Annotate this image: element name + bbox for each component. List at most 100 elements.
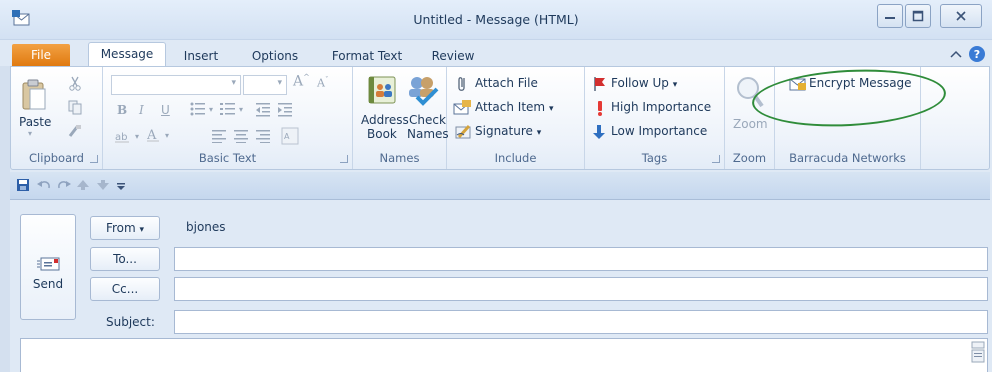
low-importance-label[interactable]: Low Importance xyxy=(611,124,707,138)
to-button[interactable]: To... xyxy=(90,247,160,271)
group-include: Attach File Attach Item ▾ Signature ▾ In… xyxy=(447,67,585,169)
title-bar: Untitled - Message (HTML) xyxy=(0,0,992,40)
tab-format-text[interactable]: Format Text xyxy=(326,46,408,66)
italic-icon[interactable]: I xyxy=(139,103,144,117)
shrink-font-icon[interactable]: Aˇ xyxy=(317,76,328,90)
tab-file[interactable]: File xyxy=(12,44,70,66)
bold-icon[interactable]: B xyxy=(117,103,127,117)
bullets-icon[interactable]: ▾ xyxy=(189,101,219,120)
address-book-icon[interactable] xyxy=(367,75,397,108)
redo-icon[interactable] xyxy=(56,178,72,195)
ruler-toggle-icon[interactable] xyxy=(971,341,985,371)
format-painter-icon[interactable] xyxy=(67,123,83,142)
follow-up-text: Follow Up xyxy=(611,76,669,90)
underline-icon[interactable]: U xyxy=(161,103,170,117)
attach-item-text: Attach Item xyxy=(475,100,546,114)
svg-text:▾: ▾ xyxy=(209,105,213,114)
cc-button[interactable]: Cc... xyxy=(90,277,160,301)
clipboard-launcher-icon[interactable] xyxy=(90,155,98,163)
paste-label[interactable]: Paste xyxy=(19,115,51,129)
undo-icon[interactable] xyxy=(36,178,52,195)
align-left-icon[interactable] xyxy=(211,129,227,146)
chevron-down-icon: ▾ xyxy=(231,78,236,88)
barracuda-group-label: Barracuda Networks xyxy=(789,151,906,165)
signature-text: Signature xyxy=(475,124,533,138)
tab-message[interactable]: Message xyxy=(88,42,166,67)
chevron-down-icon: ▾ xyxy=(672,80,678,90)
high-importance-label[interactable]: High Importance xyxy=(611,100,711,114)
align-right-icon[interactable] xyxy=(255,129,271,146)
from-value: bjones xyxy=(186,220,226,234)
attach-file-label[interactable]: Attach File xyxy=(475,76,538,90)
cut-icon[interactable] xyxy=(67,75,83,94)
numbering-icon[interactable]: ▾ xyxy=(219,101,249,120)
chevron-down-icon: ▾ xyxy=(548,104,554,114)
from-button-text: From xyxy=(105,221,136,235)
svg-text:▾: ▾ xyxy=(239,105,243,114)
tags-launcher-icon[interactable] xyxy=(712,155,720,163)
group-basic-text: ▾ ▾ A^ Aˇ B I U ▾ ▾ ab ▾ A ▾ A Basic Tex… xyxy=(103,67,353,169)
minimize-button[interactable] xyxy=(877,4,903,28)
clear-formatting-icon[interactable]: A xyxy=(281,127,299,148)
send-icon xyxy=(37,255,61,276)
highlight-icon[interactable]: ab ▾ xyxy=(115,129,145,146)
decrease-indent-icon[interactable] xyxy=(255,101,271,120)
svg-text:?: ? xyxy=(974,48,980,61)
follow-up-label[interactable]: Follow Up ▾ xyxy=(611,76,677,90)
align-center-icon[interactable] xyxy=(233,129,249,146)
zoom-button-label[interactable]: Zoom xyxy=(733,117,768,131)
up-arrow-icon[interactable] xyxy=(76,179,90,194)
names-group-label: Names xyxy=(379,151,420,165)
quick-access-toolbar xyxy=(10,172,990,200)
signature-label[interactable]: Signature ▾ xyxy=(475,124,541,138)
maximize-button[interactable] xyxy=(905,4,931,28)
flag-icon[interactable] xyxy=(593,76,607,95)
paperclip-icon[interactable] xyxy=(455,75,471,96)
window-title: Untitled - Message (HTML) xyxy=(413,12,579,27)
address-book-label-2[interactable]: Book xyxy=(367,127,397,141)
subject-field[interactable] xyxy=(174,310,988,334)
from-button[interactable]: From ▾ xyxy=(90,216,160,240)
paste-icon[interactable] xyxy=(21,79,47,114)
group-clipboard: Paste ▾ Clipboard xyxy=(11,67,103,169)
save-icon[interactable] xyxy=(16,178,30,195)
paste-dropdown-icon[interactable]: ▾ xyxy=(28,129,32,138)
collapse-ribbon-icon xyxy=(950,50,962,58)
ribbon-tabs: File Message Insert Options Format Text … xyxy=(0,40,992,67)
tab-review[interactable]: Review xyxy=(424,46,482,66)
check-names-icon[interactable] xyxy=(407,73,439,110)
to-field[interactable] xyxy=(174,247,988,271)
chevron-down-icon: ▾ xyxy=(139,225,145,235)
copy-icon[interactable] xyxy=(67,99,83,118)
send-button[interactable]: Send xyxy=(20,214,76,320)
zoom-group-label: Zoom xyxy=(732,151,767,165)
clipboard-group-label: Clipboard xyxy=(29,151,84,165)
tab-insert[interactable]: Insert xyxy=(174,46,228,66)
signature-icon[interactable] xyxy=(455,123,473,144)
chevron-down-icon: ▾ xyxy=(536,128,542,138)
customize-toolbar-icon[interactable] xyxy=(116,181,126,195)
increase-indent-icon[interactable] xyxy=(277,101,293,120)
message-body[interactable] xyxy=(20,338,988,372)
svg-text:A: A xyxy=(284,132,290,141)
check-names-label-2[interactable]: Names xyxy=(407,127,449,141)
down-arrow-icon[interactable] xyxy=(96,179,110,194)
attach-item-icon[interactable] xyxy=(453,99,473,120)
close-button[interactable] xyxy=(940,4,982,28)
basic-text-group-label: Basic Text xyxy=(198,151,257,165)
high-importance-icon[interactable] xyxy=(595,100,605,119)
font-size-dropdown[interactable]: ▾ xyxy=(243,75,287,95)
font-color-icon[interactable]: A ▾ xyxy=(146,127,177,146)
svg-text:▾: ▾ xyxy=(165,131,169,140)
basic-text-launcher-icon[interactable] xyxy=(340,155,348,163)
low-importance-icon[interactable] xyxy=(593,124,605,143)
cc-field[interactable] xyxy=(174,277,988,301)
group-tags: Follow Up ▾ High Importance Low Importan… xyxy=(585,67,725,169)
address-book-label-1[interactable]: Address xyxy=(361,113,409,127)
check-names-label-1[interactable]: Check xyxy=(409,113,446,127)
tab-options[interactable]: Options xyxy=(242,46,308,66)
grow-font-icon[interactable]: A^ xyxy=(293,73,310,90)
group-zoom: Zoom Zoom xyxy=(725,67,775,169)
attach-item-label[interactable]: Attach Item ▾ xyxy=(475,100,553,114)
font-name-dropdown[interactable]: ▾ xyxy=(111,75,241,95)
